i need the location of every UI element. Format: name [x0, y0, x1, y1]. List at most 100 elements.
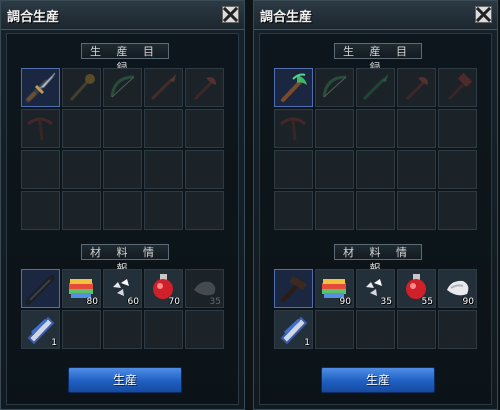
- catalog-slot[interactable]: [397, 68, 436, 107]
- green-staff-icon: [281, 73, 307, 102]
- materials-section-label: 材 料 情 報: [334, 244, 422, 275]
- title-bar[interactable]: 調合生産: [254, 1, 497, 30]
- material-slot[interactable]: 55: [397, 269, 436, 308]
- axe-icon: [193, 77, 216, 101]
- bow-icon: [110, 75, 135, 98]
- catalog-slot[interactable]: [185, 68, 224, 107]
- material-slot[interactable]: [438, 310, 477, 349]
- catalog-grid: [21, 68, 224, 230]
- dark-dagger-icon: [25, 275, 55, 305]
- material-slot[interactable]: [144, 310, 183, 349]
- crossbow-icon: [27, 117, 53, 141]
- material-slot[interactable]: 35: [356, 269, 395, 308]
- catalog-slot[interactable]: [274, 109, 313, 148]
- catalog-grid: [274, 68, 477, 230]
- catalog-slot[interactable]: [21, 68, 60, 107]
- catalog-slot[interactable]: [103, 191, 142, 230]
- catalog-slot[interactable]: [438, 191, 477, 230]
- catalog-slot[interactable]: [356, 150, 395, 189]
- catalog-slot[interactable]: [62, 191, 101, 230]
- catalog-slot[interactable]: [185, 109, 224, 148]
- catalog-slot[interactable]: [144, 109, 183, 148]
- material-count: 80: [86, 297, 98, 307]
- catalog-slot[interactable]: [438, 68, 477, 107]
- catalog-slot[interactable]: [356, 68, 395, 107]
- material-slot[interactable]: 60: [103, 269, 142, 308]
- material-slot[interactable]: 80: [62, 269, 101, 308]
- hammer-icon: [447, 72, 473, 101]
- catalog-slot[interactable]: [356, 191, 395, 230]
- catalog-slot[interactable]: [144, 68, 183, 107]
- catalog-slot[interactable]: [397, 109, 436, 148]
- dagger-icon: [25, 72, 56, 103]
- catalog-slot[interactable]: [103, 68, 142, 107]
- material-slot[interactable]: 35: [185, 269, 224, 308]
- catalog-slot[interactable]: [438, 109, 477, 148]
- catalog-slot[interactable]: [315, 109, 354, 148]
- catalog-slot[interactable]: [315, 68, 354, 107]
- material-slot[interactable]: [21, 269, 60, 308]
- catalog-slot[interactable]: [62, 150, 101, 189]
- bow-icon: [322, 75, 347, 98]
- staff-icon: [69, 74, 95, 102]
- material-slot[interactable]: 1: [274, 310, 313, 349]
- material-count: 70: [168, 297, 180, 307]
- catalog-slot[interactable]: [356, 109, 395, 148]
- catalog-slot[interactable]: [274, 150, 313, 189]
- crossbow-icon: [280, 117, 306, 141]
- catalog-slot[interactable]: [438, 150, 477, 189]
- catalog-slot[interactable]: [21, 191, 60, 230]
- catalog-section-label: 生 産 目 録: [334, 43, 422, 74]
- produce-button[interactable]: 生産: [321, 367, 435, 393]
- catalog-slot[interactable]: [62, 68, 101, 107]
- catalog-slot[interactable]: [144, 150, 183, 189]
- title-bar[interactable]: 調合生産: [1, 1, 244, 30]
- material-count: 60: [127, 297, 139, 307]
- material-count: 90: [339, 297, 351, 307]
- materials-section-label: 材 料 情 報: [81, 244, 169, 275]
- material-slot[interactable]: [397, 310, 436, 349]
- catalog-slot[interactable]: [21, 109, 60, 148]
- catalog-slot[interactable]: [62, 109, 101, 148]
- catalog-slot[interactable]: [21, 150, 60, 189]
- close-button[interactable]: [222, 6, 239, 23]
- materials-grid: 90 35 55 90 1: [274, 269, 477, 349]
- catalog-slot[interactable]: [397, 191, 436, 230]
- material-slot[interactable]: 70: [144, 269, 183, 308]
- material-slot[interactable]: 1: [21, 310, 60, 349]
- catalog-slot[interactable]: [103, 109, 142, 148]
- materials-grid: 80 60 70 35 1: [21, 269, 224, 349]
- catalog-slot[interactable]: [315, 150, 354, 189]
- crafting-window-right: 調合生産 生 産 目 録: [253, 0, 498, 410]
- material-count: 1: [304, 338, 310, 348]
- material-count: 1: [51, 338, 57, 348]
- material-count: 35: [380, 297, 392, 307]
- catalog-slot[interactable]: [274, 191, 313, 230]
- close-icon: [476, 7, 491, 22]
- catalog-slot[interactable]: [315, 191, 354, 230]
- catalog-slot[interactable]: [185, 191, 224, 230]
- spear-icon: [150, 74, 176, 101]
- material-slot[interactable]: [356, 310, 395, 349]
- crafting-window-left: 調合生産 生 産 目 録: [0, 0, 245, 410]
- material-slot[interactable]: 90: [438, 269, 477, 308]
- dark-hammer-icon: [280, 276, 307, 303]
- material-slot[interactable]: [315, 310, 354, 349]
- catalog-slot[interactable]: [274, 68, 313, 107]
- material-slot[interactable]: [62, 310, 101, 349]
- window-title: 調合生産: [7, 10, 60, 25]
- close-button[interactable]: [475, 6, 492, 23]
- produce-button[interactable]: 生産: [68, 367, 182, 393]
- material-slot[interactable]: 90: [315, 269, 354, 308]
- material-count: 35: [209, 297, 221, 307]
- axe-icon: [405, 77, 428, 101]
- catalog-slot[interactable]: [185, 150, 224, 189]
- material-count: 55: [421, 297, 433, 307]
- material-slot[interactable]: [103, 310, 142, 349]
- material-slot[interactable]: [274, 269, 313, 308]
- catalog-slot[interactable]: [103, 150, 142, 189]
- catalog-slot[interactable]: [144, 191, 183, 230]
- close-icon: [223, 7, 238, 22]
- material-slot[interactable]: [185, 310, 224, 349]
- catalog-slot[interactable]: [397, 150, 436, 189]
